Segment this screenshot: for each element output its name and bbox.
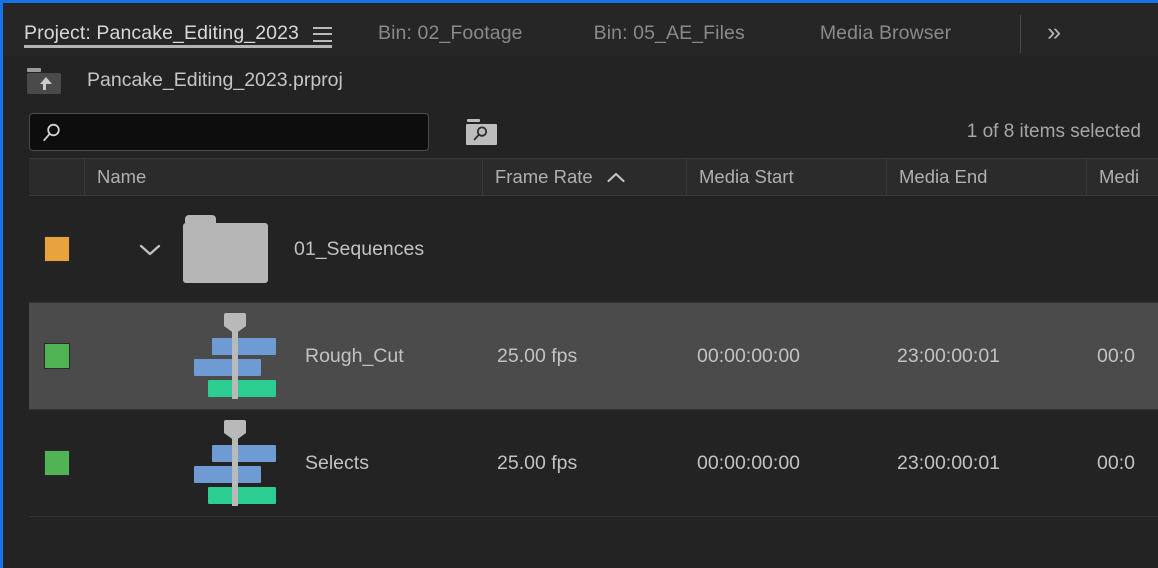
folder-icon (183, 215, 268, 283)
project-path-row: Pancake_Editing_2023.prproj (3, 56, 1158, 105)
column-header-label: Frame Rate (495, 166, 593, 188)
media-end-value: 23:00:00:01 (897, 452, 1000, 475)
find-magnifier-glyph (472, 126, 489, 142)
column-header-label: Medi (1099, 166, 1139, 188)
row-name-cell: Rough_Cut (85, 303, 483, 409)
table-row[interactable]: 01_Sequences (29, 196, 1158, 303)
column-header-name[interactable]: Name (85, 159, 483, 195)
column-header-media-end[interactable]: Media End (887, 159, 1087, 195)
label-color-swatch[interactable] (44, 450, 70, 476)
project-panel: Project: Pancake_Editing_2023 Bin: 02_Fo… (0, 0, 1158, 568)
row-label-swatch-cell (29, 303, 85, 409)
search-input[interactable] (30, 114, 428, 150)
table-header-row: Name Frame Rate Media Start Media End Me… (29, 158, 1158, 196)
row-frame-rate-cell: 25.00 fps (483, 303, 687, 409)
chevron-up-icon (607, 172, 625, 183)
row-media-start-cell: 00:00:00:00 (687, 303, 887, 409)
row-media-duration-cell: 00:0 (1087, 410, 1158, 516)
media-duration-value: 00:0 (1097, 452, 1135, 475)
tab-project-pancake-editing-2023[interactable]: Project: Pancake_Editing_2023 (24, 14, 332, 54)
find-in-bin-icon[interactable] (466, 119, 497, 145)
hamburger-icon[interactable] (313, 27, 332, 42)
project-item-table: Name Frame Rate Media Start Media End Me… (3, 158, 1158, 517)
row-media-end-cell (887, 196, 1087, 302)
row-media-duration-cell: 00:0 (1087, 303, 1158, 409)
project-file-name: Pancake_Editing_2023.prproj (87, 69, 343, 92)
row-media-start-cell: 00:00:00:00 (687, 410, 887, 516)
row-label-swatch-cell (29, 410, 85, 516)
sequence-icon (189, 313, 281, 399)
tab-media-browser[interactable]: Media Browser (820, 14, 951, 54)
tab-divider (1020, 15, 1021, 53)
column-header-label: Media Start (699, 166, 794, 188)
label-color-swatch[interactable] (44, 236, 70, 262)
tab-label: Media Browser (820, 24, 951, 44)
search-row: 1 of 8 items selected (3, 105, 1158, 158)
column-header-label-swatch (29, 159, 85, 195)
row-label-swatch-cell (29, 196, 85, 302)
frame-rate-value: 25.00 fps (497, 345, 577, 368)
media-start-value: 00:00:00:00 (697, 345, 800, 368)
column-header-media-start[interactable]: Media Start (687, 159, 887, 195)
table-row[interactable]: Rough_Cut 25.00 fps 00:00:00:00 23:00:00… (29, 303, 1158, 410)
row-media-end-cell: 23:00:00:01 (887, 303, 1087, 409)
frame-rate-value: 25.00 fps (497, 452, 577, 475)
parent-folder-up-icon[interactable] (27, 68, 61, 94)
media-start-value: 00:00:00:00 (697, 452, 800, 475)
column-header-label: Name (97, 166, 146, 188)
double-chevron-right-icon[interactable]: » (1047, 20, 1059, 45)
column-header-frame-rate[interactable]: Frame Rate (483, 159, 687, 195)
table-row[interactable]: Selects 25.00 fps 00:00:00:00 23:00:00:0… (29, 410, 1158, 517)
search-input-wrapper[interactable] (29, 113, 429, 151)
media-end-value: 23:00:00:01 (897, 345, 1000, 368)
media-duration-value: 00:0 (1097, 345, 1135, 368)
row-media-duration-cell (1087, 196, 1158, 302)
column-header-label: Media End (899, 166, 987, 188)
row-frame-rate-cell (483, 196, 687, 302)
item-name: 01_Sequences (294, 238, 424, 261)
selection-status-text: 1 of 8 items selected (967, 121, 1141, 143)
row-media-start-cell (687, 196, 887, 302)
tab-label: Project: Pancake_Editing_2023 (24, 24, 299, 44)
panel-tab-bar: Project: Pancake_Editing_2023 Bin: 02_Fo… (3, 3, 1158, 56)
tab-label: Bin: 05_AE_Files (594, 24, 745, 44)
item-name: Rough_Cut (305, 345, 404, 368)
item-name: Selects (305, 452, 369, 475)
tab-bin-05-ae-files[interactable]: Bin: 05_AE_Files (594, 14, 745, 54)
label-color-swatch[interactable] (44, 343, 70, 369)
chevron-down-icon[interactable] (139, 243, 161, 256)
row-name-cell: 01_Sequences (85, 196, 483, 302)
tab-bin-02-footage[interactable]: Bin: 02_Footage (378, 14, 523, 54)
tab-label: Bin: 02_Footage (378, 24, 523, 44)
row-media-end-cell: 23:00:00:01 (887, 410, 1087, 516)
sequence-icon (189, 420, 281, 506)
row-name-cell: Selects (85, 410, 483, 516)
column-header-media-duration[interactable]: Medi (1087, 159, 1158, 195)
row-frame-rate-cell: 25.00 fps (483, 410, 687, 516)
magnifier-icon (42, 123, 62, 143)
